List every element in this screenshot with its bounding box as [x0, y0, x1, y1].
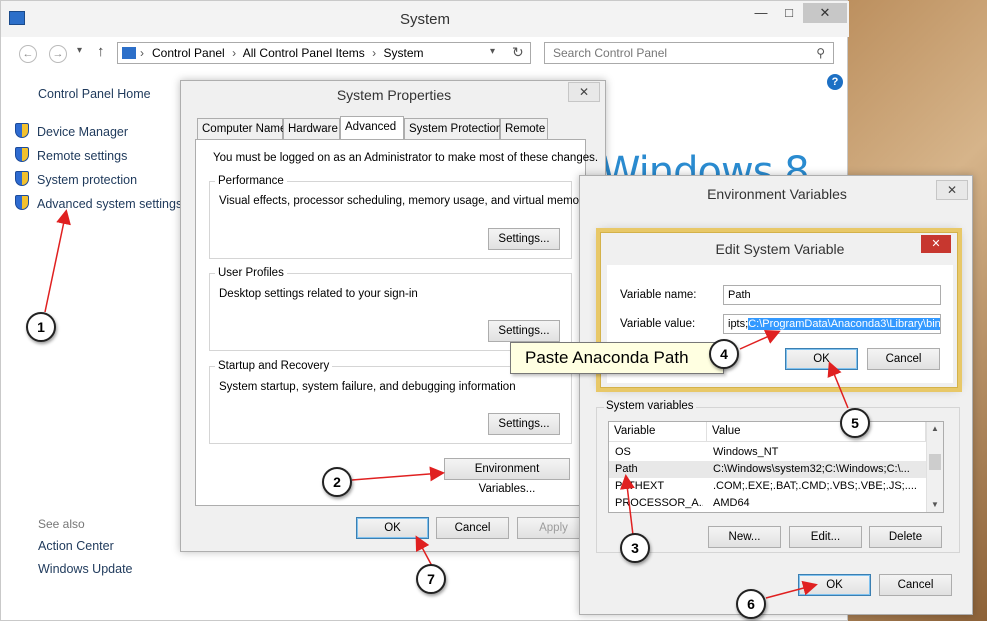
- annotation-2: 2: [322, 467, 352, 497]
- annotation-6: 6: [736, 589, 766, 619]
- arrow-1: [44, 209, 71, 313]
- annotation-arrows: [44, 209, 849, 599]
- arrow-4: [739, 330, 781, 350]
- annotation-7: 7: [416, 564, 446, 594]
- arrow-6: [765, 580, 818, 599]
- annotation-3: 3: [620, 533, 650, 563]
- annotation-4: 4: [709, 339, 739, 369]
- annotation-1: 1: [26, 312, 56, 342]
- arrow-2: [351, 466, 445, 482]
- arrow-7: [415, 535, 433, 567]
- annotation-5: 5: [840, 408, 870, 438]
- arrow-5: [827, 361, 849, 409]
- arrow-3: [619, 474, 635, 536]
